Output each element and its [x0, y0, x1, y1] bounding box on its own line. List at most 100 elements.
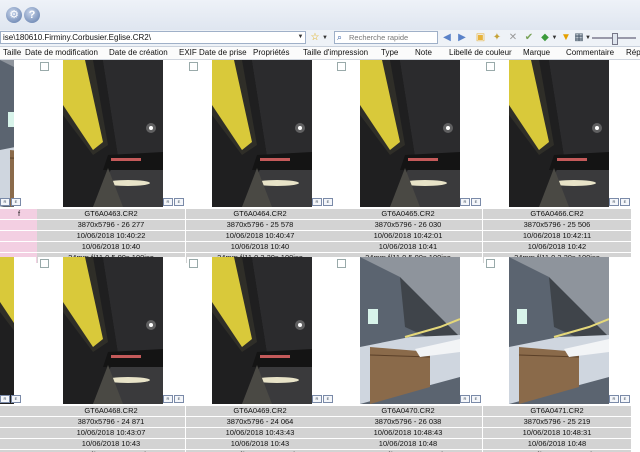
- column-header[interactable]: Note: [415, 48, 432, 57]
- column-header[interactable]: Rép: [626, 48, 640, 57]
- photo[interactable]: [360, 257, 460, 404]
- select-checkbox[interactable]: [40, 259, 49, 268]
- partial-thumbnail[interactable]: RE: [0, 60, 36, 207]
- path-dropdown-icon[interactable]: ▼: [296, 32, 305, 43]
- new-folder-icon[interactable]: ✦: [492, 32, 502, 44]
- help-icon[interactable]: ?: [24, 7, 40, 23]
- view-mode-icon[interactable]: ▦: [573, 32, 585, 44]
- thumbnail-cell[interactable]: R E: [335, 60, 483, 207]
- photo[interactable]: [360, 60, 460, 207]
- modified-date: 10/06/2018 10:48:31: [483, 428, 631, 439]
- delete-icon[interactable]: ✕: [508, 32, 518, 44]
- photo[interactable]: [212, 60, 312, 207]
- filter-icon[interactable]: ▼: [561, 32, 571, 44]
- thumbnail-cell[interactable]: R E: [187, 60, 335, 207]
- capture-date: 10/06/2018 10:48: [334, 439, 482, 450]
- back-icon[interactable]: ◀: [442, 32, 452, 44]
- select-checkbox[interactable]: [486, 259, 495, 268]
- select-checkbox[interactable]: [337, 259, 346, 268]
- file-name: GT6A0469.CR2: [186, 406, 334, 417]
- exif-badge-icon: E: [620, 198, 630, 206]
- column-header[interactable]: Date de modification: [25, 48, 98, 57]
- select-checkbox[interactable]: [486, 62, 495, 71]
- column-header[interactable]: Commentaire: [566, 48, 614, 57]
- thumbnail-cell[interactable]: R E: [484, 257, 632, 404]
- column-header[interactable]: Propriétés: [253, 48, 289, 57]
- column-header[interactable]: EXIF Date de prise: [179, 48, 247, 57]
- image-properties: 3870x5796 - 24 871: [37, 417, 185, 428]
- select-checkbox[interactable]: [189, 259, 198, 268]
- column-header[interactable]: Taille: [3, 48, 21, 57]
- photo[interactable]: [0, 60, 14, 207]
- thumbnail-info: GT6A0463.CR2 3870x5796 - 26 277 10/06/2018…: [37, 209, 185, 264]
- raw-badge-icon: R: [460, 198, 470, 206]
- photo[interactable]: [212, 257, 312, 404]
- exif-badge-icon: E: [471, 198, 481, 206]
- thumbnail-info: GT6A0471.CR2 3870x5796 - 25 219 10/06/2018…: [483, 406, 631, 452]
- thumbnail-cell[interactable]: R E: [187, 257, 335, 404]
- thumbnail-grid: REf R E GT6A0463.CR2 3870x5796 - 26 277 10…: [0, 60, 640, 452]
- thumbnail-size-slider[interactable]: [592, 33, 636, 45]
- select-checkbox[interactable]: [189, 62, 198, 71]
- column-header[interactable]: Taille d'impression: [303, 48, 368, 57]
- column-header[interactable]: Marque: [523, 48, 550, 57]
- path-field[interactable]: ise\180610.Firminy.Corbusier.Eglise.CR2\…: [0, 31, 306, 44]
- file-name: GT6A0466.CR2: [483, 209, 631, 220]
- folder-up-icon[interactable]: ▣: [475, 32, 486, 44]
- file-name: GT6A0470.CR2: [334, 406, 482, 417]
- photo[interactable]: [63, 257, 163, 404]
- exif-badge-icon: E: [11, 198, 21, 206]
- select-checkbox[interactable]: [337, 62, 346, 71]
- tag-icon[interactable]: ◆: [540, 32, 550, 44]
- image-properties: 3870x5796 - 25 506: [483, 220, 631, 231]
- image-properties: 3870x5796 - 26 030: [334, 220, 482, 231]
- photo[interactable]: [0, 257, 14, 404]
- partial-info-line: [0, 242, 38, 253]
- partial-thumbnail-info: [0, 406, 38, 452]
- slider-handle[interactable]: [612, 33, 618, 45]
- path-text: ise\180610.Firminy.Corbusier.Eglise.CR2\: [3, 33, 151, 42]
- main-toolbar: ⚙ ?: [0, 0, 640, 31]
- check-icon[interactable]: ✔: [524, 32, 534, 44]
- thumbnail-cell[interactable]: R E: [38, 60, 186, 207]
- exif-badge-icon: E: [323, 198, 333, 206]
- thumbnail-info: GT6A0465.CR2 3870x5796 - 26 030 10/06/2018…: [334, 209, 482, 264]
- partial-info-line: [0, 406, 38, 417]
- exif-badge-icon: E: [11, 395, 21, 403]
- partial-info-line: [0, 417, 38, 428]
- raw-badge-icon: R: [163, 395, 173, 403]
- raw-badge-icon: R: [312, 395, 322, 403]
- file-name: GT6A0463.CR2: [37, 209, 185, 220]
- thumbnail-cell[interactable]: R E: [38, 257, 186, 404]
- modified-date: 10/06/2018 10:48:43: [334, 428, 482, 439]
- column-header[interactable]: Libellé de couleur: [449, 48, 512, 57]
- partial-info-line: [0, 428, 38, 439]
- photo[interactable]: [509, 60, 609, 207]
- thumbnail-info: GT6A0466.CR2 3870x5796 - 25 506 10/06/2018…: [483, 209, 631, 264]
- photo[interactable]: [509, 257, 609, 404]
- column-headers: Taille Date de modification Date de créati…: [0, 47, 640, 60]
- forward-icon[interactable]: ▶: [457, 32, 467, 44]
- tag-dropdown-icon[interactable]: ▼: [551, 32, 558, 44]
- photo[interactable]: [63, 60, 163, 207]
- select-checkbox[interactable]: [40, 62, 49, 71]
- thumbnail-info: GT6A0468.CR2 3870x5796 - 24 871 10/06/2018…: [37, 406, 185, 452]
- search-placeholder: Recherche rapide: [349, 33, 409, 42]
- partial-info-line: [0, 231, 38, 242]
- thumbnail-cell[interactable]: R E: [484, 60, 632, 207]
- partial-thumbnail[interactable]: RE: [0, 257, 36, 404]
- image-properties: 3870x5796 - 26 038: [334, 417, 482, 428]
- quick-search-input[interactable]: ⌕ Recherche rapide: [334, 31, 438, 44]
- favorite-star-icon[interactable]: ☆: [310, 32, 320, 44]
- favorite-dropdown-icon[interactable]: ▼: [321, 32, 329, 44]
- modified-date: 10/06/2018 10:42:11: [483, 231, 631, 242]
- column-header[interactable]: Date de création: [109, 48, 168, 57]
- partial-thumbnail-info: f: [0, 209, 38, 264]
- modified-date: 10/06/2018 10:43:43: [186, 428, 334, 439]
- column-header[interactable]: Type: [381, 48, 398, 57]
- settings-icon[interactable]: ⚙: [6, 7, 22, 23]
- exif-badge-icon: E: [620, 395, 630, 403]
- thumbnail-cell[interactable]: R E: [335, 257, 483, 404]
- view-dropdown-icon[interactable]: ▼: [585, 32, 591, 44]
- capture-date: 10/06/2018 10:42: [483, 242, 631, 253]
